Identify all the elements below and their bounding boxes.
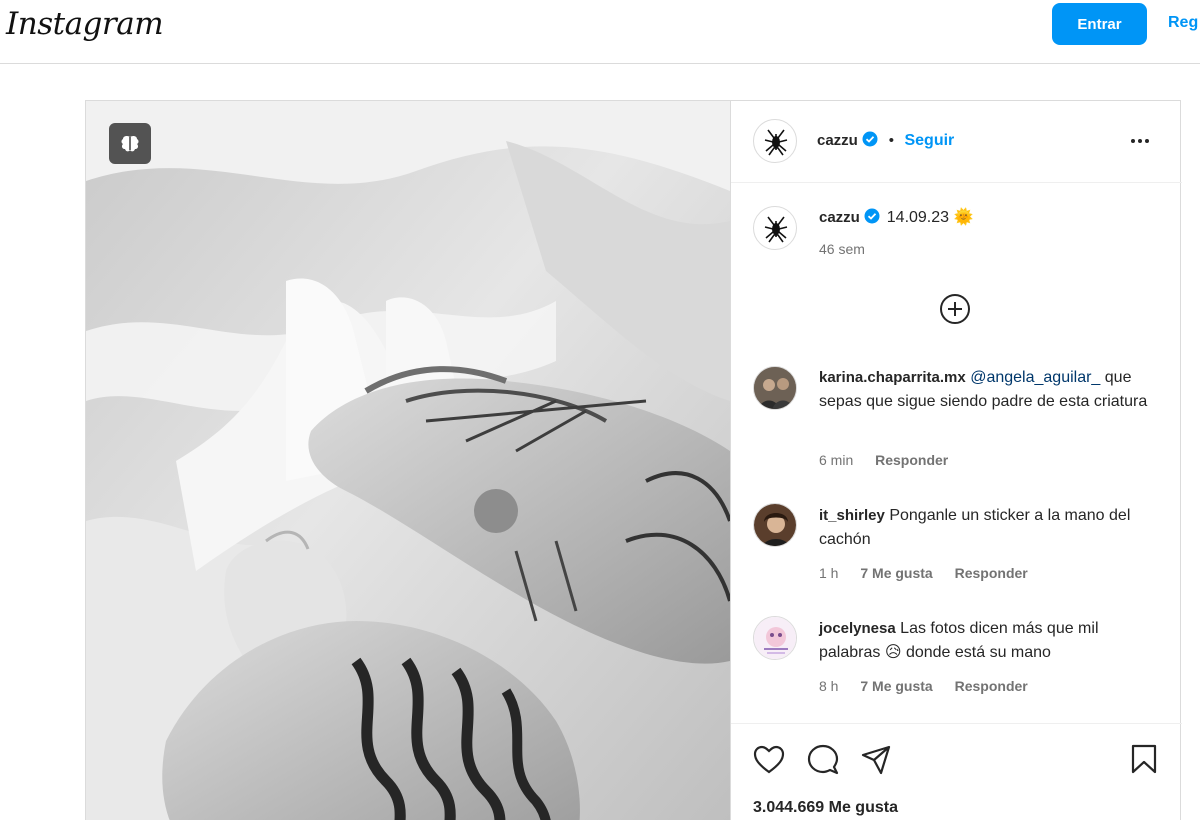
post-photo[interactable] [86,101,730,820]
header-separator: • [888,132,895,149]
comment-avatar[interactable] [753,503,797,547]
post-header: cazzu • Seguir [731,101,1182,183]
comment-username[interactable]: karina.chaparrita.mx [819,369,966,386]
caption-username[interactable]: cazzu [819,209,860,226]
author-avatar[interactable] [753,119,797,163]
reply-button[interactable]: Responder [875,452,948,468]
reply-button[interactable]: Responder [955,565,1028,581]
comment-3: jocelynesa Las fotos dicen más que mil p… [819,617,1164,665]
post-sidebar: cazzu • Seguir cazzu 14.09.23 🌞 46 sem k… [730,101,1182,820]
top-navbar: Instagram Entrar Reg [0,0,1200,64]
actions-divider [731,723,1182,724]
verified-badge-icon [862,131,878,147]
caption-text: 14.09.23 [886,209,950,226]
comment-1-meta: 6 min Responder [819,452,966,468]
comment-time[interactable]: 1 h [819,565,838,581]
comment-3-meta: 8 h 7 Me gusta Responder [819,678,1046,694]
comment-avatar[interactable] [753,616,797,660]
likes-count[interactable]: 3.044.669 Me gusta [753,799,898,817]
comment-mention[interactable]: @angela_aguilar_ [970,369,1100,386]
signup-link[interactable]: Reg [1168,14,1198,32]
more-options-icon[interactable] [1128,129,1152,158]
comment-username[interactable]: it_shirley [819,507,885,524]
caption-avatar[interactable] [753,206,797,250]
verified-badge-icon [864,208,880,224]
comment-1: karina.chaparrita.mx @angela_aguilar_ qu… [819,366,1164,414]
comment-username[interactable]: jocelynesa [819,620,896,637]
instagram-logo[interactable]: Instagram [6,6,164,42]
comment-2-meta: 1 h 7 Me gusta Responder [819,565,1046,581]
plus-circle-icon[interactable] [939,293,971,330]
login-button[interactable]: Entrar [1052,3,1147,45]
reply-button[interactable]: Responder [955,678,1028,694]
post-card: cazzu • Seguir cazzu 14.09.23 🌞 46 sem k… [85,100,1182,820]
comment-2: it_shirley Ponganle un sticker a la mano… [819,504,1164,552]
comment-avatar[interactable] [753,366,797,410]
brain-icon [109,123,151,164]
heart-icon[interactable] [753,745,785,780]
comment-time[interactable]: 8 h [819,678,838,694]
comment-icon[interactable] [807,744,839,781]
author-username[interactable]: cazzu [817,132,858,149]
follow-button[interactable]: Seguir [904,132,954,149]
bookmark-icon[interactable] [1131,744,1157,779]
photo-illustration [86,101,730,820]
comment-likes[interactable]: 7 Me gusta [860,678,932,694]
comment-time[interactable]: 6 min [819,452,853,468]
comment-likes[interactable]: 7 Me gusta [860,565,932,581]
sun-emoji: 🌞 [953,209,974,226]
caption-time[interactable]: 46 sem [819,241,865,257]
send-icon[interactable] [861,745,891,780]
caption: cazzu 14.09.23 🌞 [819,206,973,230]
